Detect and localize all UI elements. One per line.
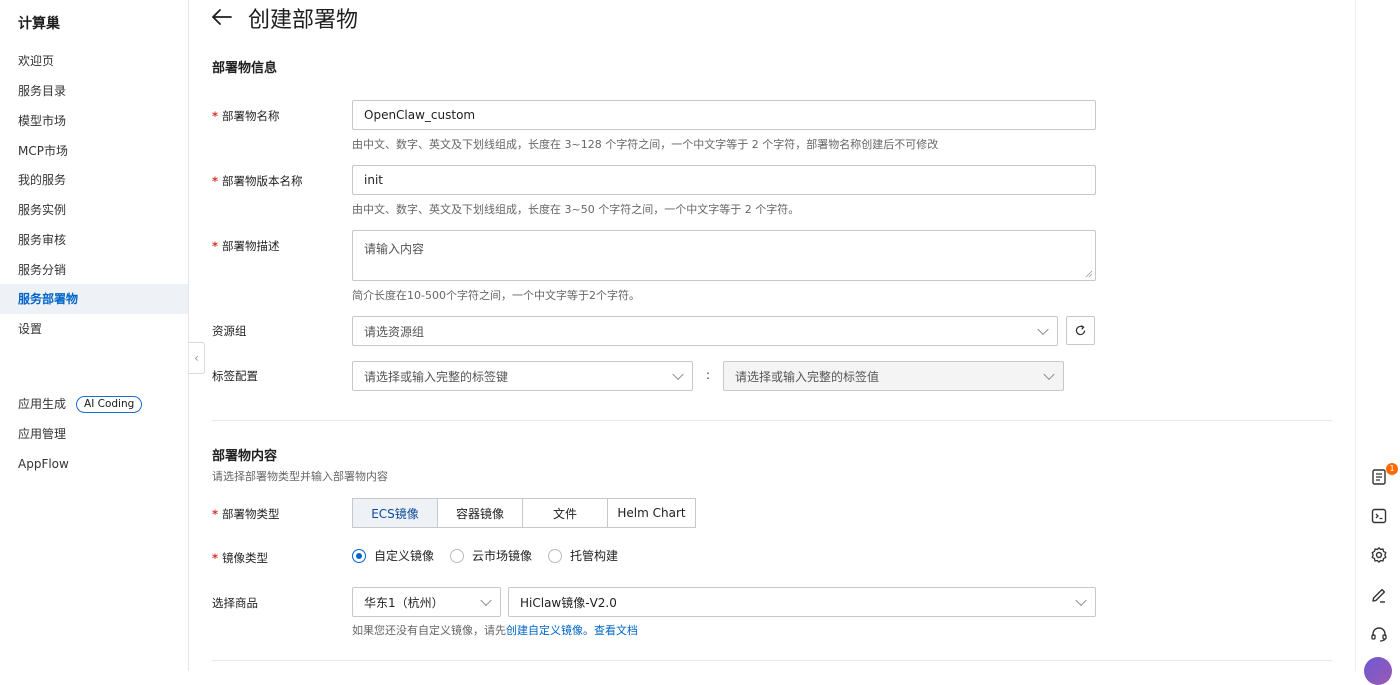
refresh-button[interactable]	[1066, 316, 1095, 345]
tag-key-select[interactable]: 请选择或输入完整的标签键	[352, 361, 693, 391]
right-toolbar	[1355, 0, 1400, 671]
resource-group-label: 资源组	[212, 324, 247, 338]
ai-coding-badge: AI Coding	[76, 396, 143, 413]
sidebar-item-service-review[interactable]: 服务审核	[0, 225, 188, 255]
product-help-text: 如果您还没有自定义镜像，请先	[352, 624, 506, 637]
chevron-down-icon	[1043, 368, 1055, 381]
image-type-label: * 镜像类型	[212, 551, 269, 565]
tag-value-select[interactable]: 请选择或输入完整的标签值	[723, 361, 1064, 391]
product-help: 如果您还没有自定义镜像，请先创建自定义镜像。查看文档	[352, 622, 638, 638]
description-help: 简介长度在10-500个字符之间，一个中文字等于2个字符。	[352, 289, 640, 302]
sidebar-item-app-generation[interactable]: 应用生成 AI Coding	[0, 389, 188, 419]
deployable-name-label: * 部署物名称	[212, 109, 280, 123]
sidebar-item-mcp-market[interactable]: MCP市场	[0, 136, 188, 166]
image-select[interactable]: HiClaw镜像-V2.0	[508, 587, 1096, 617]
sidebar-item-my-services[interactable]: 我的服务	[0, 165, 188, 195]
radio-dot	[548, 548, 563, 563]
radio-label: 云市场镜像	[472, 549, 533, 563]
headset-icon[interactable]	[1370, 625, 1388, 643]
sidebar-item-model-market[interactable]: 模型市场	[0, 106, 188, 136]
type-option-container-image[interactable]: 容器镜像	[437, 498, 523, 528]
notification-badge: 1	[1386, 463, 1398, 475]
region-select[interactable]: 华东1（杭州）	[352, 587, 501, 617]
radio-custom-image[interactable]: 自定义镜像	[352, 547, 434, 564]
image-value: HiClaw镜像-V2.0	[520, 595, 617, 610]
section-divider	[212, 660, 1332, 661]
radio-marketplace-image[interactable]: 云市场镜像	[450, 547, 532, 564]
sidebar-collapse-button[interactable]: ‹	[189, 342, 205, 374]
sidebar-item-service-distribution[interactable]: 服务分销	[0, 255, 188, 285]
resource-group-placeholder: 请选资源组	[364, 324, 425, 339]
sidebar-item-app-management[interactable]: 应用管理	[0, 419, 188, 449]
deployable-name-help: 由中文、数字、英文及下划线组成，长度在 3~128 个字符之间，一个中文字等于 …	[352, 138, 939, 151]
sidebar-item-label: 应用生成	[18, 397, 67, 411]
edit-icon[interactable]	[1370, 586, 1388, 604]
version-name-input[interactable]: init	[352, 165, 1096, 195]
section-title-content: 部署物内容	[212, 449, 278, 464]
description-placeholder: 请输入内容	[364, 242, 425, 256]
tags-label: 标签配置	[212, 369, 258, 383]
view-docs-link[interactable]: 查看文档	[594, 624, 638, 637]
tag-key-placeholder: 请选择或输入完整的标签键	[364, 369, 509, 384]
back-arrow-icon[interactable]	[210, 5, 234, 29]
image-type-radio-group: 自定义镜像 云市场镜像 托管构建	[352, 547, 634, 564]
radio-label: 托管构建	[570, 549, 619, 563]
deployable-name-input[interactable]: OpenClaw_custom	[352, 100, 1096, 130]
radio-dot	[450, 548, 465, 563]
resize-grip-icon[interactable]	[1085, 270, 1093, 278]
section-subtitle-content: 请选择部署物类型并输入部署物内容	[212, 470, 388, 483]
section-title-info: 部署物信息	[212, 61, 278, 76]
deployable-type-segmented: ECS镜像 容器镜像 文件 Helm Chart	[352, 498, 696, 528]
page-title: 创建部署物	[248, 8, 359, 33]
tag-value-placeholder: 请选择或输入完整的标签值	[735, 369, 880, 384]
deployable-type-label: * 部署物类型	[212, 507, 280, 521]
description-textarea[interactable]: 请输入内容	[352, 230, 1096, 281]
version-name-label: * 部署物版本名称	[212, 174, 303, 188]
create-custom-image-link[interactable]: 创建自定义镜像。	[506, 624, 594, 637]
sidebar-item-service-instances[interactable]: 服务实例	[0, 195, 188, 225]
chevron-down-icon	[672, 368, 684, 381]
radio-dot	[352, 548, 366, 563]
sidebar-item-appflow[interactable]: AppFlow	[0, 449, 188, 479]
type-option-file[interactable]: 文件	[522, 498, 608, 528]
radio-managed-build[interactable]: 托管构建	[548, 547, 618, 564]
tag-separator: :	[706, 368, 711, 382]
radio-label: 自定义镜像	[374, 549, 435, 563]
chevron-down-icon	[1075, 594, 1087, 607]
sidebar-item-service-catalog[interactable]: 服务目录	[0, 76, 188, 106]
sidebar-item-deployables[interactable]: 服务部署物	[0, 284, 188, 314]
assistant-avatar[interactable]	[1364, 657, 1392, 685]
resource-group-select[interactable]: 请选资源组	[352, 316, 1058, 346]
version-name-help: 由中文、数字、英文及下划线组成，长度在 3~50 个字符之间，一个中文字等于 2…	[352, 203, 800, 216]
refresh-icon	[1075, 325, 1086, 336]
description-label: * 部署物描述	[212, 239, 280, 253]
brand-title: 计算巢	[18, 16, 60, 32]
sidebar: 计算巢 欢迎页 服务目录 模型市场 MCP市场 我的服务 服务实例 服务审核 服…	[0, 0, 189, 671]
code-review-icon[interactable]	[1370, 507, 1388, 525]
chevron-down-icon	[480, 594, 492, 607]
section-divider	[212, 420, 1332, 421]
settings-icon[interactable]	[1370, 546, 1388, 564]
sidebar-item-welcome[interactable]: 欢迎页	[0, 46, 188, 76]
product-label: 选择商品	[212, 596, 258, 610]
type-option-ecs-image[interactable]: ECS镜像	[352, 498, 438, 528]
type-option-helm-chart[interactable]: Helm Chart	[607, 498, 696, 528]
region-value: 华东1（杭州）	[364, 595, 444, 610]
sidebar-item-settings[interactable]: 设置	[0, 314, 188, 344]
chevron-down-icon	[1037, 323, 1049, 336]
